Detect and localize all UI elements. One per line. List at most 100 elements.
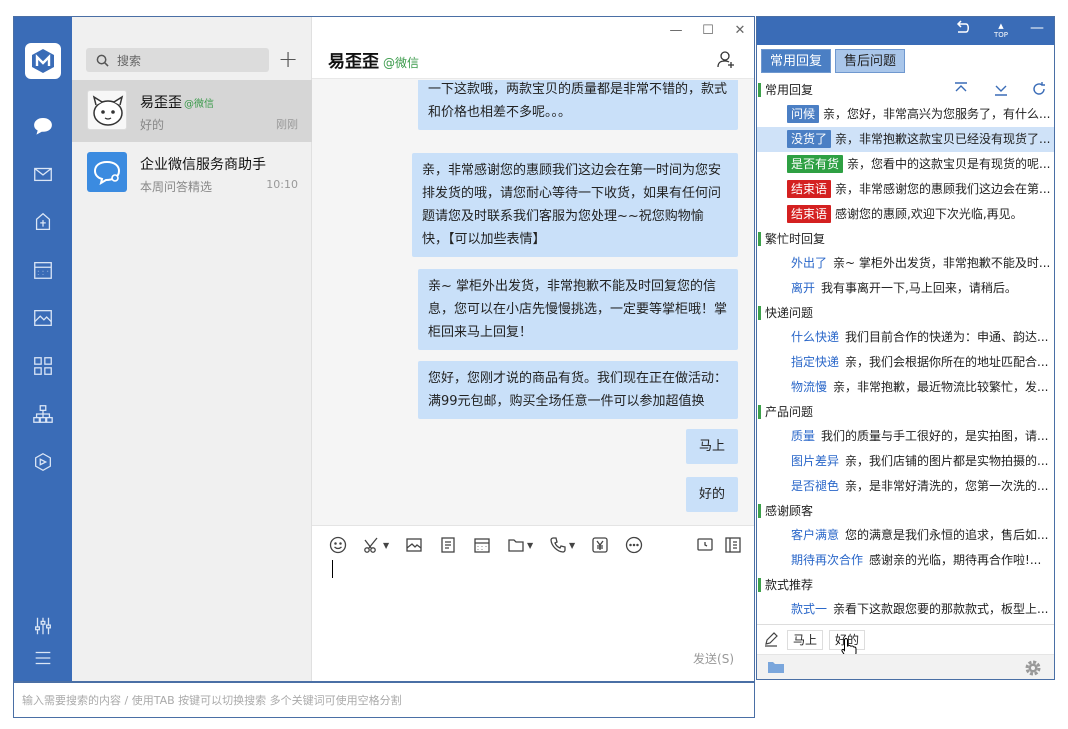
reply-tag: 结束语 [787, 180, 832, 198]
chat-panel: — ☐ ✕ 易歪歪 @微信 一下这款哦，两款宝贝的质量都是非常不错的，款式和价格也… [312, 17, 754, 681]
section-header[interactable]: 快递问题 [757, 301, 1054, 325]
reply-link[interactable]: 是否褪色 [791, 474, 839, 499]
settings-gear-icon[interactable] [1023, 658, 1043, 679]
message-composer: ▼ ▼ ▼ 发送(S) [312, 525, 754, 681]
reply-item[interactable]: 物流慢 亲，非常抱歉，最近物流比较繁忙，发... [757, 375, 1054, 400]
recent-chip[interactable]: 马上 [787, 630, 824, 650]
conversation-preview: 好的 [140, 118, 165, 132]
tab-after-sales[interactable]: 售后问题 [835, 49, 906, 73]
reply-item[interactable]: 期待再次合作 感谢亲的光临，期待再合作啦!... [757, 548, 1054, 573]
global-search-input[interactable]: 输入需要搜索的内容 / 使用TAB 按键可以切换搜索 多个关键词可使用空格分割 [13, 682, 755, 718]
emoji-icon[interactable] [329, 536, 347, 554]
reply-link[interactable]: 物流慢 [791, 375, 827, 400]
undo-icon[interactable] [953, 20, 973, 42]
conversation-time: 10:10 [266, 178, 298, 191]
reply-text: 您的满意是我们永恒的追求，售后如... [845, 528, 1049, 542]
apps-icon[interactable] [28, 351, 58, 381]
menu-icon[interactable] [28, 643, 58, 673]
reply-text: 亲，非常感谢您的惠顾我们这边会在第... [835, 182, 1051, 196]
image-icon[interactable] [405, 536, 423, 554]
chat-icon[interactable] [28, 111, 58, 141]
reply-item[interactable]: 指定快递 亲，我们会根据你所在的地址匹配合... [757, 350, 1054, 375]
conversation-item[interactable]: 易歪歪 @微信 好的 刚刚 [72, 80, 312, 142]
assistant-avatar-icon [87, 152, 127, 192]
text-cursor[interactable] [332, 560, 333, 578]
reply-link[interactable]: 质量 [791, 424, 815, 449]
message-list: 一下这款哦，两款宝贝的质量都是非常不错的，款式和价格也相差不多呢。。。 亲，非常… [312, 80, 754, 525]
reply-text: 亲，您看中的这款宝贝是有现货的呢... [847, 157, 1051, 171]
reply-item[interactable]: 款式一 亲看下这款跟您要的那款款式，板型上... [757, 597, 1054, 622]
global-search-placeholder: 输入需要搜索的内容 / 使用TAB 按键可以切换搜索 多个关键词可使用空格分割 [22, 694, 402, 707]
reply-item[interactable]: 没货了 亲，非常抱歉这款宝贝已经没有现货了... [757, 127, 1054, 152]
reply-item[interactable]: 是否有货 亲，您看中的这款宝贝是有现货的呢... [757, 152, 1054, 177]
gallery-icon[interactable] [28, 303, 58, 333]
phone-icon[interactable]: ▼ [549, 536, 575, 554]
reply-link[interactable]: 离开 [791, 276, 815, 301]
more-icon[interactable] [625, 536, 643, 554]
minimize-icon[interactable]: — [1027, 20, 1047, 42]
reply-link[interactable]: 客户满意 [791, 523, 839, 548]
section-header[interactable]: 产品问题 [757, 400, 1054, 424]
search-placeholder: 搜索 [117, 53, 142, 68]
recent-replies-bar: 马上 好的 [757, 624, 1054, 659]
reply-item[interactable]: 什么快递 我们目前合作的快递为：申通、韵达... [757, 325, 1054, 350]
org-icon[interactable] [28, 399, 58, 429]
reply-item[interactable]: 图片差异 亲，我们店铺的图片都是实物拍摄的... [757, 449, 1054, 474]
search-input[interactable]: 搜索 [86, 48, 269, 72]
cube-icon[interactable] [28, 447, 58, 477]
mail-icon[interactable] [28, 159, 58, 189]
reply-item[interactable]: 外出了 亲~ 掌柜外出发货，非常抱歉不能及时... [757, 251, 1054, 276]
conversation-item[interactable]: 企业微信服务商助手 本周问答精选 10:10 [72, 142, 312, 204]
close-icon[interactable]: ✕ [728, 21, 752, 41]
conversation-preview: 本周问答精选 [140, 180, 213, 194]
reply-link[interactable]: 外出了 [791, 251, 827, 276]
reply-item[interactable]: 结束语 亲，非常感谢您的惠顾我们这边会在第... [757, 177, 1054, 202]
maximize-icon[interactable]: ☐ [696, 21, 720, 41]
section-header[interactable]: 常用回复 [757, 78, 1054, 102]
pin-top-icon[interactable]: ▲ TOP [989, 20, 1013, 42]
reply-item[interactable]: 质量 我们的质量与手工很好的，是实拍图，请... [757, 424, 1054, 449]
reply-tag: 结束语 [787, 205, 832, 223]
reply-item[interactable]: 是否褪色 亲，是非常好清洗的，您第一次洗的... [757, 474, 1054, 499]
sidebar-toggle-icon[interactable] [724, 536, 742, 554]
reply-link[interactable]: 什么快递 [791, 325, 839, 350]
doc-icon[interactable] [28, 207, 58, 237]
folder-icon[interactable]: ▼ [507, 536, 533, 554]
screenshot-icon[interactable]: ▼ [363, 536, 389, 554]
minimize-icon[interactable]: — [664, 21, 688, 41]
conversation-name: 企业微信服务商助手 [140, 157, 266, 173]
history-icon[interactable] [696, 536, 714, 554]
conversation-time: 刚刚 [276, 118, 298, 131]
reply-text: 亲看下这款跟您要的那款款式，板型上... [833, 602, 1049, 616]
edit-icon[interactable] [763, 631, 779, 651]
calendar-icon[interactable] [28, 255, 58, 285]
search-icon [96, 54, 109, 67]
calendar-icon[interactable] [473, 536, 491, 554]
app-sidebar [14, 17, 72, 681]
section-header[interactable]: 款式推荐 [757, 573, 1054, 597]
reply-item[interactable]: 客户满意 您的满意是我们永恒的追求，售后如... [757, 523, 1054, 548]
folder-icon[interactable] [767, 660, 785, 678]
conversation-source: @微信 [184, 99, 214, 110]
add-member-icon[interactable] [716, 49, 736, 73]
reply-item[interactable]: 问候 亲，您好，非常高兴为您服务了，有什么... [757, 102, 1054, 127]
reply-link[interactable]: 款式一 [791, 597, 827, 622]
add-icon[interactable]: + [278, 47, 298, 71]
section-header[interactable]: 感谢顾客 [757, 499, 1054, 523]
reply-link[interactable]: 图片差异 [791, 449, 839, 474]
payment-icon[interactable] [591, 536, 609, 554]
send-button[interactable]: 发送(S) [693, 650, 734, 667]
reply-text: 亲~ 掌柜外出发货，非常抱歉不能及时... [833, 256, 1051, 270]
note-icon[interactable] [439, 536, 457, 554]
reply-text: 亲，是非常好清洗的，您第一次洗的... [845, 479, 1049, 493]
section-header[interactable]: 繁忙时回复 [757, 227, 1054, 251]
reply-item[interactable]: 离开 我有事离开一下,马上回来，请稍后。 [757, 276, 1054, 301]
reply-link[interactable]: 指定快递 [791, 350, 839, 375]
reply-text: 我有事离开一下,马上回来，请稍后。 [821, 281, 1017, 295]
tab-common-replies[interactable]: 常用回复 [761, 49, 832, 73]
reply-item[interactable]: 结束语 感谢您的惠顾,欢迎下次光临,再见。 [757, 202, 1054, 227]
logo-icon[interactable] [25, 43, 61, 79]
reply-link[interactable]: 期待再次合作 [791, 548, 863, 573]
chat-header: — ☐ ✕ 易歪歪 @微信 [312, 17, 754, 79]
settings-sliders-icon[interactable] [28, 611, 58, 641]
